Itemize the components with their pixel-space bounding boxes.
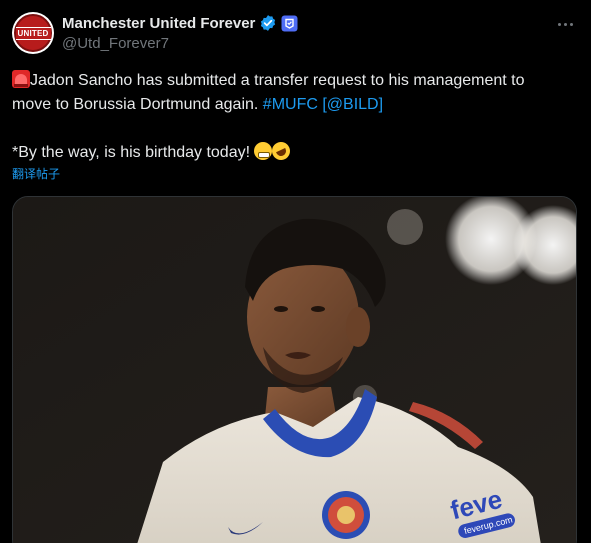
tweet-line-1: Jadon Sancho has submitted a transfer re… xyxy=(12,69,582,93)
affiliate-badge-icon[interactable] xyxy=(281,15,298,32)
bokeh-light xyxy=(387,209,423,245)
author-handle[interactable]: @Utd_Forever7 xyxy=(62,35,169,52)
player-ear xyxy=(346,307,370,347)
hashtag-link[interactable]: #MUFC xyxy=(263,96,318,113)
player-photo: feve feverup.com xyxy=(13,197,576,543)
player-eye xyxy=(311,306,325,312)
tweet-line-4: *By the way, is his birthday today! xyxy=(12,139,582,165)
mention-link[interactable]: @BILD xyxy=(327,96,379,113)
tweet-line-4-text: *By the way, is his birthday today! xyxy=(12,144,255,161)
tweet-card: UNITED Manchester United Forever @Utd_Fo… xyxy=(0,0,591,543)
rofl-emoji-icon xyxy=(269,139,294,163)
tweet-photo[interactable]: feve feverup.com xyxy=(12,196,577,543)
more-dot xyxy=(563,22,567,26)
author-name-row: Manchester United Forever xyxy=(62,13,298,33)
author-display-name[interactable]: Manchester United Forever xyxy=(62,15,255,32)
verified-badge-icon[interactable] xyxy=(259,14,277,32)
bracket-close: ] xyxy=(378,96,384,113)
more-dot xyxy=(569,22,573,26)
avatar-text: UNITED xyxy=(15,26,51,40)
club-badge-icon xyxy=(337,506,355,524)
tweet-line-2: move to Borussia Dortmund again. #MUFC [… xyxy=(12,93,582,117)
more-options-icon[interactable] xyxy=(553,14,577,34)
club-crest-icon: UNITED xyxy=(14,14,52,52)
siren-emoji-icon xyxy=(12,70,30,88)
bracket-open: [ xyxy=(317,96,327,113)
tweet-line-2-text: move to Borussia Dortmund again. xyxy=(12,96,263,113)
grimacing-emoji-icon xyxy=(254,142,273,160)
tweet-text: Jadon Sancho has submitted a transfer re… xyxy=(12,69,582,165)
more-dot xyxy=(557,22,561,26)
tweet-line-1-text: Jadon Sancho has submitted a transfer re… xyxy=(30,72,525,89)
avatar[interactable]: UNITED xyxy=(12,12,54,54)
player-eye xyxy=(274,306,288,312)
translate-post-link[interactable]: 翻译帖子 xyxy=(12,165,60,182)
